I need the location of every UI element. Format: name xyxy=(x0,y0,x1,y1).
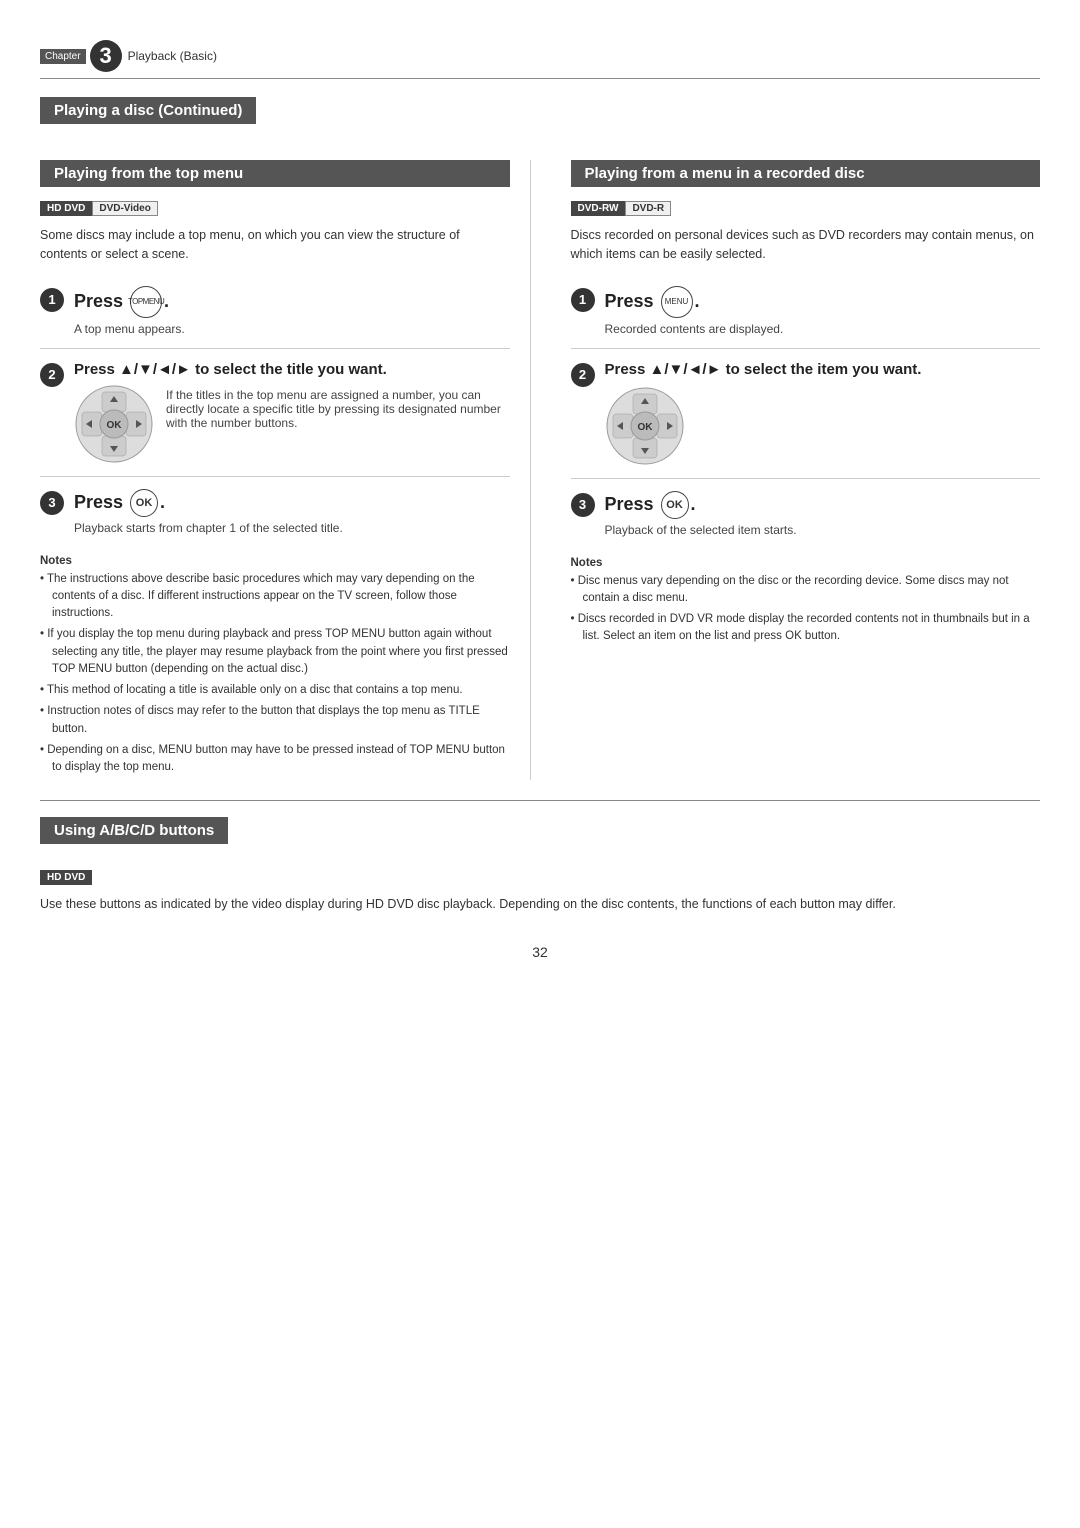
bottom-disc-badges: HD DVD xyxy=(40,870,1040,885)
left-step-content-2: Press ▲/▼/◄/► to select the title you wa… xyxy=(74,361,510,464)
right-step-3-main: Press OK. xyxy=(605,491,1041,519)
left-step-content-3: Press OK. Playback starts from chapter 1… xyxy=(74,489,510,535)
left-step-number-2: 2 xyxy=(40,363,64,387)
right-step-number-3: 3 xyxy=(571,493,595,517)
left-note-1: The instructions above describe basic pr… xyxy=(40,571,510,623)
bottom-description: Use these buttons as indicated by the vi… xyxy=(40,895,1040,914)
right-badge-2: DVD-R xyxy=(625,201,671,216)
left-step-1: 1 Press TOPMENU . A top menu appears. xyxy=(40,274,510,349)
left-step-3-sub: Playback starts from chapter 1 of the se… xyxy=(74,521,510,535)
left-badge-2: DVD-Video xyxy=(92,201,158,216)
left-notes-list: The instructions above describe basic pr… xyxy=(40,571,510,777)
right-step-1-main: Press MENU . xyxy=(605,286,1041,318)
right-notes-list: Disc menus vary depending on the disc or… xyxy=(571,573,1041,646)
ok-button-left: OK xyxy=(130,489,158,517)
left-notes: Notes The instructions above describe ba… xyxy=(40,555,510,777)
right-section-title: Playing from a menu in a recorded disc xyxy=(571,160,1041,187)
right-note-1: Disc menus vary depending on the disc or… xyxy=(571,573,1041,608)
main-content: Playing from the top menu HD DVD DVD-Vid… xyxy=(40,160,1040,780)
right-disc-badges: DVD-RW DVD-R xyxy=(571,201,1041,216)
bottom-section: Using A/B/C/D buttons HD DVD Use these b… xyxy=(40,817,1040,914)
continuing-banner: Playing a disc (Continued) xyxy=(40,97,256,124)
left-step-number-1: 1 xyxy=(40,288,64,312)
right-step-2-main: Press ▲/▼/◄/► to select the item you wan… xyxy=(605,361,1041,378)
right-step-content-1: Press MENU . Recorded contents are displ… xyxy=(605,286,1041,336)
left-steps: 1 Press TOPMENU . A top menu appears. 2 xyxy=(40,274,510,547)
left-step-2: 2 Press ▲/▼/◄/► to select the title you … xyxy=(40,349,510,477)
left-step-2-image-text: If the titles in the top menu are assign… xyxy=(166,388,510,430)
left-step-3-main: Press OK. xyxy=(74,489,510,517)
right-column: Playing from a menu in a recorded disc D… xyxy=(561,160,1041,780)
left-step-1-main: Press TOPMENU . xyxy=(74,286,510,318)
left-step-3: 3 Press OK. Playback starts from chapter… xyxy=(40,477,510,547)
left-step-2-detail: OK If the titles in the top menu are ass… xyxy=(74,384,510,464)
bottom-section-title: Using A/B/C/D buttons xyxy=(40,817,228,844)
right-step-content-2: Press ▲/▼/◄/► to select the item you wan… xyxy=(605,361,1041,466)
left-step-content-1: Press TOPMENU . A top menu appears. xyxy=(74,286,510,336)
left-badge-1: HD DVD xyxy=(40,201,92,216)
right-badge-1: DVD-RW xyxy=(571,201,626,216)
page-number: 32 xyxy=(40,944,1040,960)
dpad-image-left: OK xyxy=(74,384,154,464)
left-step-2-main: Press ▲/▼/◄/► to select the title you wa… xyxy=(74,361,510,378)
dpad-image-right: OK xyxy=(605,386,1041,466)
chapter-title: Playback (Basic) xyxy=(128,49,217,63)
bottom-badge-1: HD DVD xyxy=(40,870,92,885)
section-divider xyxy=(40,800,1040,801)
left-notes-title: Notes xyxy=(40,555,510,567)
topmenu-button: TOPMENU xyxy=(130,286,162,318)
chapter-header: Chapter 3 Playback (Basic) xyxy=(40,40,1040,79)
right-step-number-2: 2 xyxy=(571,363,595,387)
left-column: Playing from the top menu HD DVD DVD-Vid… xyxy=(40,160,531,780)
right-step-number-1: 1 xyxy=(571,288,595,312)
svg-text:OK: OK xyxy=(637,422,653,433)
right-step-3-sub: Playback of the selected item starts. xyxy=(605,523,1041,537)
left-section-title: Playing from the top menu xyxy=(40,160,510,187)
left-description: Some discs may include a top menu, on wh… xyxy=(40,226,510,264)
left-note-4: Instruction notes of discs may refer to … xyxy=(40,703,510,738)
right-step-1-sub: Recorded contents are displayed. xyxy=(605,322,1041,336)
right-note-2: Discs recorded in DVD VR mode display th… xyxy=(571,611,1041,646)
right-description: Discs recorded on personal devices such … xyxy=(571,226,1041,264)
left-step-1-sub: A top menu appears. xyxy=(74,322,510,336)
left-note-2: If you display the top menu during playb… xyxy=(40,626,510,678)
chapter-label: Chapter xyxy=(40,49,86,64)
left-disc-badges: HD DVD DVD-Video xyxy=(40,201,510,216)
ok-button-right: OK xyxy=(661,491,689,519)
left-note-5: Depending on a disc, MENU button may hav… xyxy=(40,742,510,777)
right-notes: Notes Disc menus vary depending on the d… xyxy=(571,557,1041,646)
left-note-3: This method of locating a title is avail… xyxy=(40,682,510,699)
svg-text:OK: OK xyxy=(107,420,123,431)
right-step-content-3: Press OK. Playback of the selected item … xyxy=(605,491,1041,537)
right-step-1: 1 Press MENU . Recorded contents are dis… xyxy=(571,274,1041,349)
right-step-3: 3 Press OK. Playback of the selected ite… xyxy=(571,479,1041,549)
right-steps: 1 Press MENU . Recorded contents are dis… xyxy=(571,274,1041,549)
left-step-number-3: 3 xyxy=(40,491,64,515)
chapter-number: 3 xyxy=(90,40,122,72)
right-notes-title: Notes xyxy=(571,557,1041,569)
right-step-2: 2 Press ▲/▼/◄/► to select the item you w… xyxy=(571,349,1041,479)
menu-button: MENU xyxy=(661,286,693,318)
